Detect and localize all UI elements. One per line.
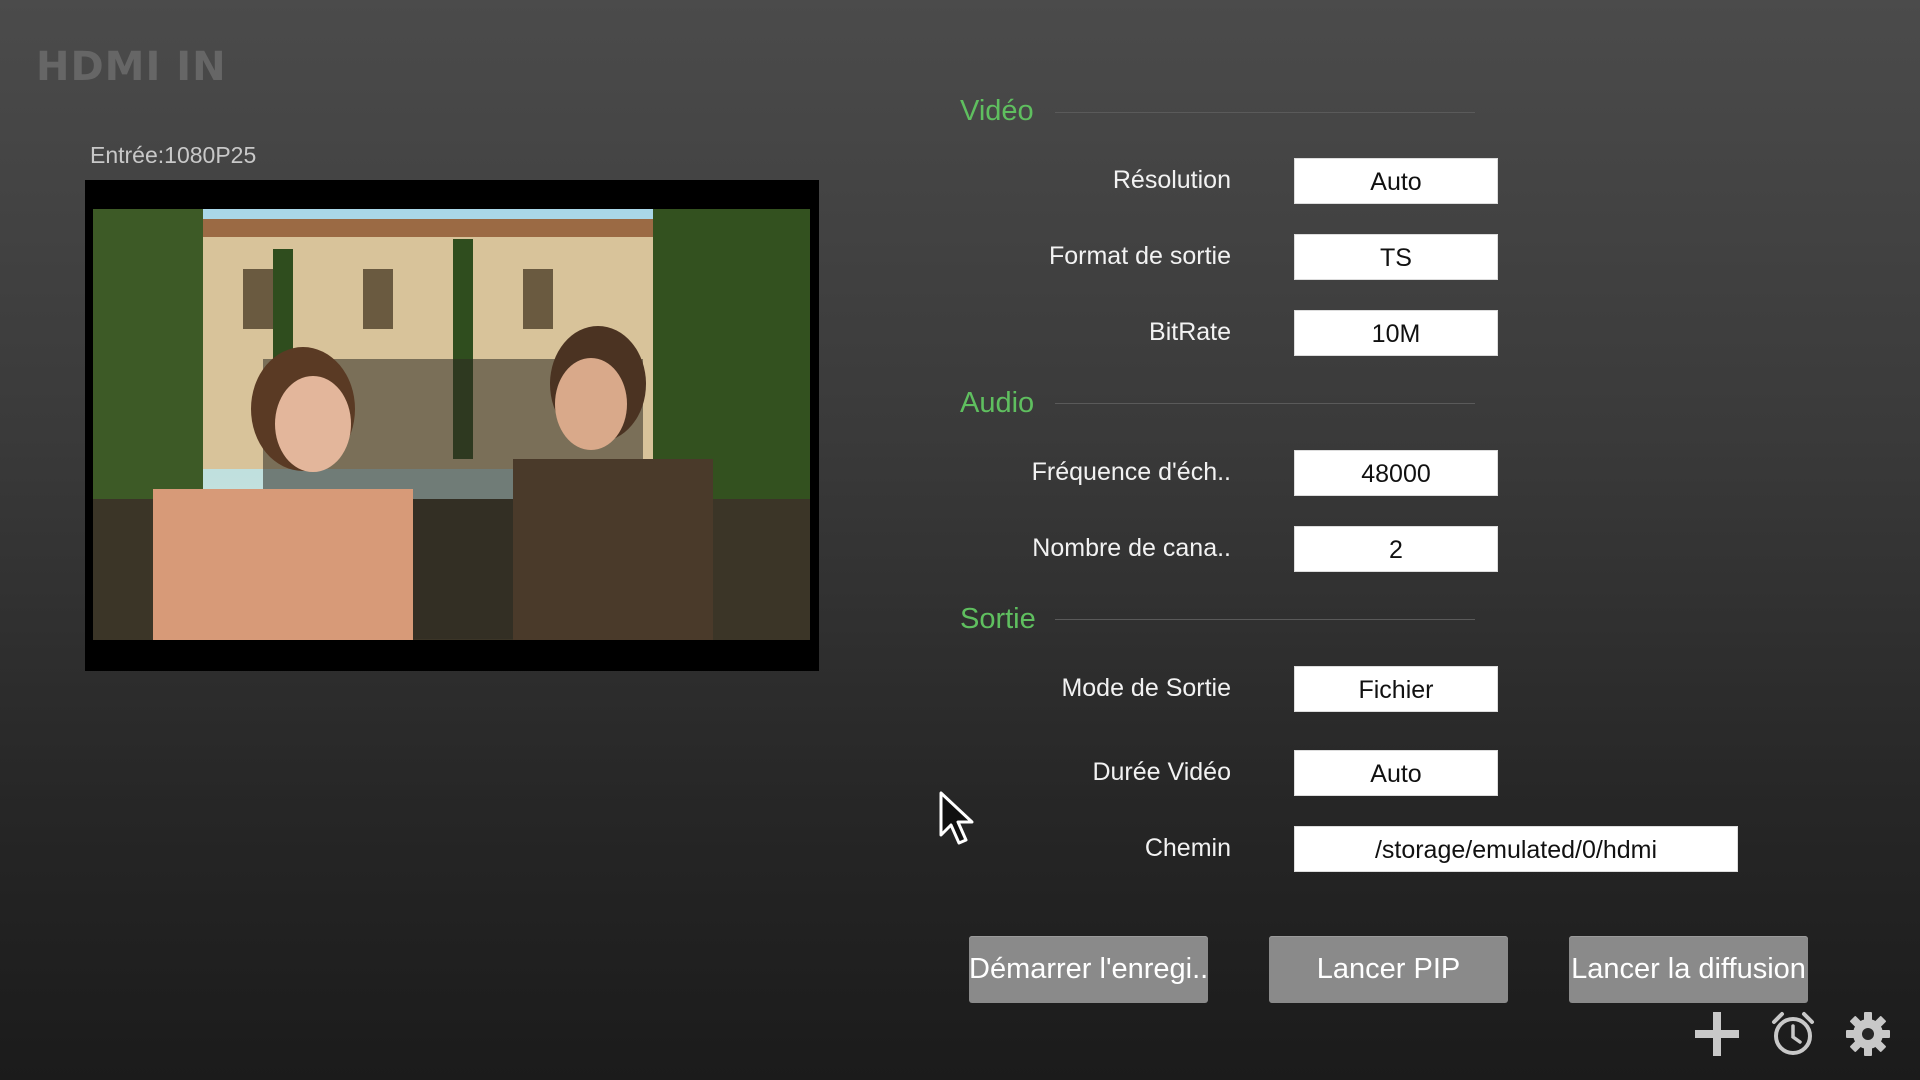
section-output-header: Sortie (960, 603, 1036, 635)
resolution-select[interactable]: Auto (1294, 158, 1498, 204)
output-mode-select[interactable]: Fichier (1294, 666, 1498, 712)
sample-rate-select[interactable]: 48000 (1294, 450, 1498, 496)
sample-rate-label: Fréquence d'éch.. (1031, 458, 1231, 486)
section-audio-header: Audio (960, 387, 1035, 419)
app-title: HDMI IN (36, 44, 227, 90)
bitrate-select[interactable]: 10M (1294, 310, 1498, 356)
video-duration-label: Durée Vidéo (1092, 758, 1231, 786)
mouse-cursor-icon (939, 791, 974, 845)
path-label: Chemin (1144, 834, 1231, 862)
video-duration-select[interactable]: Auto (1294, 750, 1498, 796)
start-broadcast-button[interactable]: Lancer la diffusion (1569, 936, 1808, 1003)
start-recording-button[interactable]: Démarrer l'enregi.. (969, 936, 1208, 1003)
section-output-divider (1055, 619, 1475, 620)
plus-icon[interactable] (1693, 1010, 1741, 1058)
path-field[interactable]: /storage/emulated/0/hdmi (1294, 826, 1738, 872)
section-video-header: Vidéo (960, 95, 1034, 127)
launch-pip-button[interactable]: Lancer PIP (1269, 936, 1508, 1003)
channel-count-label: Nombre de cana.. (1032, 534, 1231, 562)
output-mode-label: Mode de Sortie (1061, 674, 1231, 702)
channel-count-select[interactable]: 2 (1294, 526, 1498, 572)
section-video-divider (1055, 112, 1475, 113)
bitrate-label: BitRate (1149, 318, 1231, 346)
alarm-clock-icon[interactable] (1769, 1010, 1817, 1058)
resolution-label: Résolution (1112, 166, 1231, 194)
input-resolution-label: Entrée:1080P25 (90, 142, 257, 168)
output-format-label: Format de sortie (1048, 242, 1231, 270)
video-preview[interactable] (85, 180, 819, 671)
gear-icon[interactable] (1844, 1010, 1892, 1058)
output-format-select[interactable]: TS (1294, 234, 1498, 280)
preview-image (93, 209, 810, 640)
section-audio-divider (1055, 403, 1475, 404)
